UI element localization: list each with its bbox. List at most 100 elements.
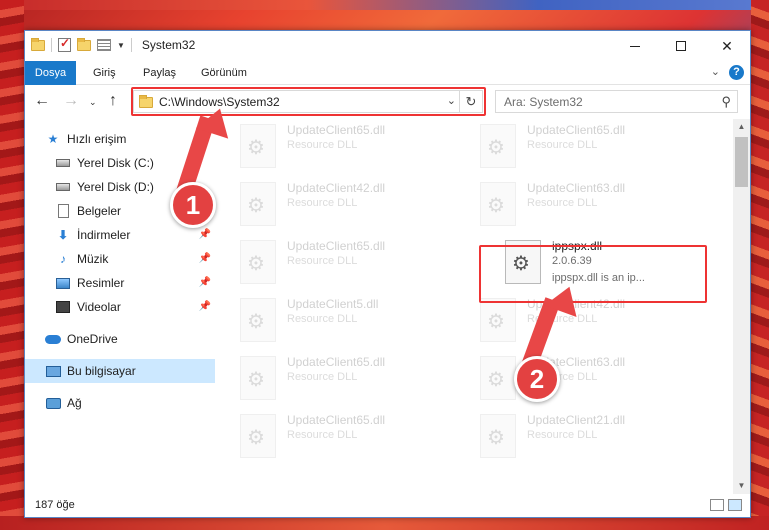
tab-share[interactable]: Paylaş bbox=[143, 61, 176, 85]
star-icon: ★ bbox=[47, 132, 59, 146]
disk-icon bbox=[55, 180, 71, 194]
help-icon[interactable]: ? bbox=[729, 65, 744, 80]
list-item[interactable]: UpdateClient42.dll Resource DLL bbox=[240, 177, 470, 229]
sidebar-item-label: İndirmeler bbox=[77, 228, 131, 242]
dll-file-icon bbox=[240, 356, 276, 400]
pin-icon[interactable]: 📌 bbox=[199, 277, 211, 288]
dll-file-icon bbox=[480, 356, 516, 400]
sidebar-item-label: Müzik bbox=[77, 252, 109, 266]
dll-file-icon bbox=[240, 240, 276, 284]
up-arrow-icon[interactable]: ↑ bbox=[109, 92, 117, 110]
file-name: UpdateClient42.dll bbox=[287, 181, 386, 195]
file-type: Resource DLL bbox=[287, 429, 358, 441]
file-name: UpdateClient65.dll bbox=[287, 239, 386, 253]
tab-view[interactable]: Görünüm bbox=[201, 61, 247, 85]
music-icon: ♪ bbox=[60, 252, 66, 266]
folder-icon[interactable] bbox=[31, 37, 45, 51]
dll-file-icon bbox=[240, 124, 276, 168]
view-buttons bbox=[710, 499, 742, 511]
sidebar-item-this-pc[interactable]: Bu bilgisayar bbox=[25, 359, 215, 383]
desktop-background-right bbox=[751, 0, 769, 530]
list-item[interactable]: UpdateClient65.dll Resource DLL bbox=[240, 409, 470, 461]
list-item[interactable]: UpdateClient21.dll Resource DLL bbox=[480, 409, 710, 461]
large-icons-view-icon[interactable] bbox=[728, 499, 742, 511]
view-options-icon[interactable] bbox=[97, 39, 111, 51]
dll-file-icon bbox=[480, 182, 516, 226]
tab-home[interactable]: Giriş bbox=[93, 61, 116, 85]
maximize-button[interactable] bbox=[658, 31, 704, 61]
desktop-background-bottom bbox=[0, 516, 769, 530]
dll-file-icon bbox=[480, 124, 516, 168]
search-box[interactable]: Ara: System32 ⚲ bbox=[495, 90, 738, 113]
properties-check-icon[interactable] bbox=[58, 36, 71, 52]
close-button[interactable]: ✕ bbox=[704, 31, 750, 61]
sidebar-item-pictures[interactable]: Resimler 📌 bbox=[25, 271, 215, 295]
sidebar-item-label: Ağ bbox=[67, 396, 82, 410]
file-type: Resource DLL bbox=[287, 371, 358, 383]
quick-access-toolbar: ▼ System32 bbox=[31, 36, 196, 52]
video-icon bbox=[55, 300, 71, 314]
computer-icon bbox=[45, 364, 61, 378]
disk-icon bbox=[55, 156, 71, 170]
pin-icon[interactable]: 📌 bbox=[199, 301, 211, 312]
sidebar-item-label: Belgeler bbox=[77, 204, 122, 218]
minimize-button[interactable] bbox=[612, 31, 658, 61]
dll-file-icon bbox=[480, 414, 516, 458]
step-badge-1: 1 bbox=[170, 182, 216, 228]
file-list: UpdateClient65.dll Resource DLL UpdateCl… bbox=[240, 119, 735, 487]
minimize-icon bbox=[630, 45, 640, 47]
sidebar-item-videos[interactable]: Videolar 📌 bbox=[25, 295, 215, 319]
file-name: UpdateClient5.dll bbox=[287, 297, 379, 311]
back-arrow-icon[interactable]: ← bbox=[34, 92, 50, 110]
list-item[interactable]: UpdateClient65.dll Resource DLL bbox=[240, 351, 470, 403]
sidebar-item-onedrive[interactable]: OneDrive bbox=[25, 327, 215, 351]
list-item[interactable]: UpdateClient65.dll Resource DLL bbox=[240, 119, 470, 171]
desktop-background bbox=[0, 0, 769, 10]
scroll-thumb[interactable] bbox=[735, 137, 748, 187]
file-type: Resource DLL bbox=[527, 139, 598, 151]
sidebar-item-label: Hızlı erişim bbox=[67, 132, 127, 146]
forward-arrow-icon[interactable]: → bbox=[63, 92, 79, 110]
file-type: Resource DLL bbox=[287, 197, 358, 209]
tab-file[interactable]: Dosya bbox=[25, 61, 76, 85]
vertical-scrollbar[interactable]: ▲ ▼ bbox=[733, 119, 750, 494]
new-folder-icon[interactable] bbox=[77, 37, 91, 51]
file-type: Resource DLL bbox=[527, 429, 598, 441]
sidebar-item-network[interactable]: Ağ bbox=[25, 391, 215, 415]
sidebar-item-label: Bu bilgisayar bbox=[67, 364, 136, 378]
details-view-icon[interactable] bbox=[710, 499, 724, 511]
file-type: Resource DLL bbox=[287, 313, 358, 325]
pin-icon[interactable]: 📌 bbox=[199, 229, 211, 240]
customize-toolbar-icon[interactable]: ▼ bbox=[117, 41, 125, 50]
expand-ribbon-icon[interactable]: ⌄ bbox=[711, 65, 720, 78]
file-name: UpdateClient21.dll bbox=[527, 413, 626, 427]
file-name: UpdateClient65.dll bbox=[287, 355, 386, 369]
list-item[interactable]: UpdateClient65.dll Resource DLL bbox=[480, 119, 710, 171]
list-item[interactable]: UpdateClient65.dll Resource DLL bbox=[240, 235, 470, 287]
file-type: Resource DLL bbox=[287, 255, 358, 267]
sidebar-item-music[interactable]: ♪ Müzik 📌 bbox=[25, 247, 215, 271]
maximize-icon bbox=[676, 41, 686, 51]
sidebar-item-quick-access[interactable]: ★ Hızlı erişim bbox=[25, 127, 215, 151]
search-placeholder: Ara: System32 bbox=[504, 95, 583, 109]
recent-locations-icon[interactable]: ⌄ bbox=[89, 97, 97, 108]
divider bbox=[51, 38, 52, 52]
file-name: UpdateClient65.dll bbox=[287, 123, 386, 137]
desktop-background-left bbox=[0, 0, 24, 530]
download-icon: ⬇ bbox=[57, 228, 69, 242]
window-title: System32 bbox=[141, 38, 196, 52]
picture-icon bbox=[55, 276, 71, 290]
window-controls: ✕ bbox=[612, 31, 750, 61]
highlight-box-file bbox=[479, 245, 707, 303]
scroll-down-icon[interactable]: ▼ bbox=[733, 478, 750, 494]
file-name: UpdateClient65.dll bbox=[287, 413, 386, 427]
list-item[interactable]: UpdateClient5.dll Resource DLL bbox=[240, 293, 470, 345]
title-bar: ▼ System32 ✕ bbox=[25, 31, 750, 61]
pin-icon[interactable]: 📌 bbox=[199, 253, 211, 264]
navigation-bar: ← → ⌄ ↑ C:\Windows\System32 ⌄ ↻ Ara: Sys… bbox=[25, 87, 750, 116]
scroll-up-icon[interactable]: ▲ bbox=[733, 119, 750, 135]
item-count: 187 öğe bbox=[35, 499, 75, 511]
list-item[interactable]: UpdateClient63.dll Resource DLL bbox=[480, 177, 710, 229]
search-icon[interactable]: ⚲ bbox=[721, 94, 731, 110]
sidebar-item-label: Videolar bbox=[77, 300, 121, 314]
